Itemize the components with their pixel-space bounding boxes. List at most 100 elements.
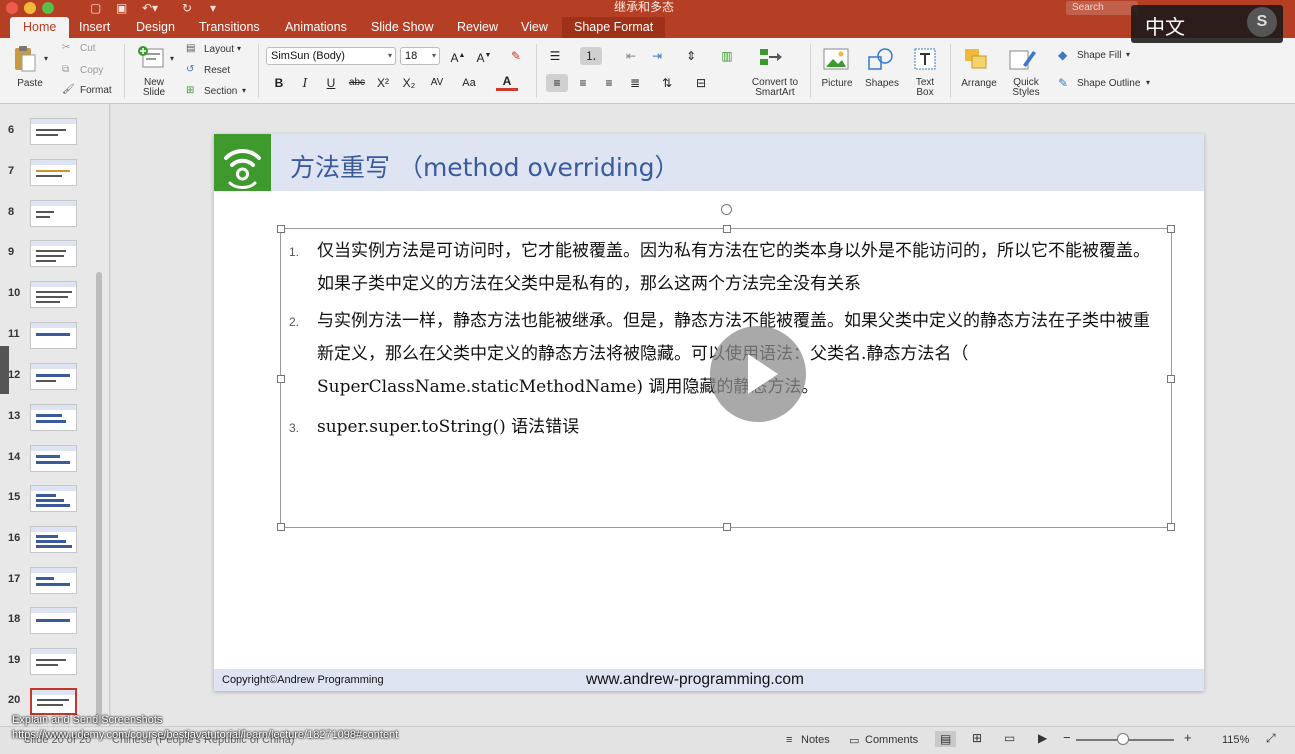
section-button[interactable]: Section — [204, 86, 237, 97]
shape-fill-button[interactable]: Shape Fill — [1077, 50, 1121, 61]
new-slide-button[interactable]: New Slide — [134, 78, 174, 98]
pane-resize-handle[interactable] — [0, 346, 9, 394]
align-center-icon[interactable]: ≡ — [572, 74, 594, 92]
quick-styles-button[interactable]: Quick Styles — [1004, 78, 1048, 98]
picture-icon[interactable] — [822, 46, 850, 72]
tab-transitions[interactable]: Transitions — [199, 17, 260, 38]
arrange-button[interactable]: Arrange — [956, 78, 1002, 89]
thumbnail-slide-9[interactable]: 9 — [0, 240, 100, 270]
change-case-button[interactable]: Aa — [458, 74, 480, 92]
minimize-window-button[interactable] — [24, 2, 36, 14]
tab-insert[interactable]: Insert — [79, 17, 110, 38]
increase-indent-icon[interactable]: ⇥ — [646, 47, 668, 65]
undo-icon[interactable]: ↶▾ — [142, 0, 158, 17]
numbering-icon[interactable]: ⒈ — [580, 47, 602, 65]
reset-button[interactable]: Reset — [204, 65, 230, 76]
resize-handle[interactable] — [723, 225, 731, 233]
tab-animations[interactable]: Animations — [285, 17, 347, 38]
copy-button[interactable]: Copy — [80, 65, 103, 76]
paste-button[interactable]: Paste — [10, 78, 50, 89]
text-direction-icon[interactable]: ⇅ — [656, 74, 678, 92]
resize-handle[interactable] — [723, 523, 731, 531]
language-badge[interactable]: 中文 S — [1131, 5, 1283, 43]
font-color-button[interactable]: A — [496, 72, 518, 91]
thumbnail-slide-12[interactable]: 12 — [0, 363, 100, 393]
rotate-handle[interactable] — [721, 204, 732, 215]
align-text-icon[interactable]: ⊟ — [690, 74, 712, 92]
slide-editor-canvas[interactable]: 方法重写 （method overriding） 1. 仅当实例方法是可访问时，… — [111, 104, 1295, 726]
new-slide-icon[interactable] — [136, 44, 166, 72]
columns-icon[interactable]: ▥ — [716, 47, 738, 65]
slide-thumbnail-pane[interactable]: 6 7 8 9 10 11 12 13 14 15 16 17 18 19 20 — [0, 104, 110, 726]
format-painter-button[interactable]: Format — [80, 85, 112, 96]
layout-icon[interactable]: ▤ — [186, 43, 195, 54]
reset-icon[interactable]: ↺ — [186, 64, 194, 75]
section-icon[interactable]: ⊞ — [186, 85, 194, 96]
zoom-in-icon[interactable]: + — [1184, 730, 1192, 745]
paste-icon[interactable] — [12, 44, 38, 74]
quick-styles-icon[interactable] — [1008, 46, 1038, 72]
zoom-slider-thumb[interactable] — [1117, 733, 1129, 745]
italic-button[interactable]: I — [294, 74, 316, 92]
underline-button[interactable]: U — [320, 74, 342, 92]
align-left-icon[interactable]: ≡ — [546, 74, 568, 92]
slide-sorter-icon[interactable]: ⊞ — [972, 731, 982, 745]
thumbnail-slide-7[interactable]: 7 — [0, 159, 100, 189]
shape-fill-icon[interactable]: ◆ — [1058, 48, 1067, 62]
picture-button[interactable]: Picture — [816, 78, 858, 89]
bold-button[interactable]: B — [268, 74, 290, 92]
video-play-button[interactable] — [710, 326, 806, 422]
reading-view-icon[interactable]: ▭ — [1004, 731, 1015, 745]
thumbnail-slide-16[interactable]: 16 — [0, 526, 100, 556]
resize-handle[interactable] — [277, 225, 285, 233]
text-box-icon[interactable] — [912, 46, 938, 72]
clear-formatting-icon[interactable]: ✎ — [505, 47, 527, 65]
arrange-icon[interactable] — [962, 46, 990, 72]
cut-icon[interactable]: ✂ — [62, 42, 70, 53]
subscript-button[interactable]: X₂ — [398, 74, 420, 92]
slideshow-icon[interactable]: ▶ — [1038, 731, 1047, 745]
tab-home[interactable]: Home — [10, 17, 70, 38]
customize-toolbar-icon[interactable]: ▾ — [210, 0, 216, 17]
thumbnail-slide-18[interactable]: 18 — [0, 607, 100, 637]
resize-handle[interactable] — [277, 375, 285, 383]
tab-design[interactable]: Design — [136, 17, 175, 38]
format-painter-icon[interactable]: 🖌 — [62, 84, 75, 95]
resize-handle[interactable] — [1167, 375, 1175, 383]
thumbnail-slide-13[interactable]: 13 — [0, 404, 100, 434]
shape-outline-icon[interactable]: ✎ — [1058, 76, 1068, 90]
save-icon[interactable]: ▣ — [116, 0, 127, 17]
resize-handle[interactable] — [1167, 225, 1175, 233]
tab-shape-format[interactable]: Shape Format — [562, 17, 666, 38]
layout-button[interactable]: Layout — [204, 44, 234, 55]
shapes-button[interactable]: Shapes — [860, 78, 904, 89]
cut-button[interactable]: Cut — [80, 43, 96, 54]
thumbnail-slide-8[interactable]: 8 — [0, 200, 100, 230]
convert-smartart-icon[interactable] — [758, 46, 786, 70]
thumbnail-slide-6[interactable]: 6 — [0, 118, 100, 148]
font-size-select[interactable]: 18 ▾ — [400, 47, 440, 65]
tab-view[interactable]: View — [521, 17, 548, 38]
shapes-icon[interactable] — [866, 46, 896, 72]
decrease-indent-icon[interactable]: ⇤ — [620, 47, 642, 65]
tab-slide-show[interactable]: Slide Show — [371, 17, 434, 38]
resize-handle[interactable] — [1167, 523, 1175, 531]
decrease-font-size-button[interactable]: A▼ — [473, 47, 495, 65]
line-spacing-icon[interactable]: ⇕ — [680, 47, 702, 65]
text-box-button[interactable]: Text Box — [906, 78, 944, 98]
tab-review[interactable]: Review — [457, 17, 498, 38]
align-right-icon[interactable]: ≡ — [598, 74, 620, 92]
thumbnail-slide-17[interactable]: 17 — [0, 567, 100, 597]
character-spacing-button[interactable]: AV — [426, 74, 448, 92]
slide-title[interactable]: 方法重写 （method overriding） — [290, 148, 680, 184]
comments-button[interactable]: Comments — [865, 734, 918, 746]
increase-font-size-button[interactable]: A▲ — [447, 47, 469, 65]
normal-view-icon[interactable]: ▤ — [935, 731, 957, 747]
strikethrough-button[interactable]: abc — [346, 74, 368, 92]
thumbnail-slide-10[interactable]: 10 — [0, 281, 100, 311]
justify-icon[interactable]: ≣ — [624, 74, 646, 92]
convert-smartart-button[interactable]: Convert to SmartArt — [744, 78, 806, 98]
thumbnail-slide-14[interactable]: 14 — [0, 445, 100, 475]
redo-icon[interactable]: ↻ — [182, 0, 192, 17]
resize-handle[interactable] — [277, 523, 285, 531]
